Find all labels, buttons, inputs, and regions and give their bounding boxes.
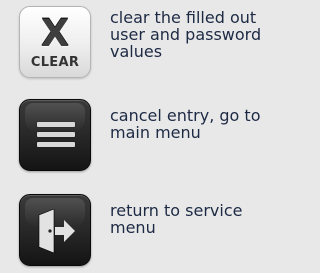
description-line: main menu bbox=[110, 123, 201, 142]
legend-row-clear: X CLEAR clear the filled out user and pa… bbox=[0, 0, 293, 88]
main-menu-button[interactable] bbox=[19, 99, 91, 171]
description-line: user and password bbox=[110, 25, 262, 44]
service-menu-description: return to service menu bbox=[110, 202, 290, 236]
clear-description: clear the filled out user and password v… bbox=[110, 9, 290, 60]
service-menu-button[interactable] bbox=[19, 194, 91, 266]
description-line: return to service bbox=[110, 201, 243, 220]
menu-lines-icon bbox=[37, 122, 75, 152]
clear-x-icon: X bbox=[40, 12, 70, 55]
description-line: menu bbox=[110, 218, 156, 237]
description-line: values bbox=[110, 42, 163, 61]
description-line: clear the filled out bbox=[110, 8, 257, 27]
clear-button-label: CLEAR bbox=[30, 55, 80, 70]
main-menu-description: cancel entry, go to main menu bbox=[110, 107, 290, 141]
legend-row-service-menu: return to service menu bbox=[0, 183, 293, 273]
legend-row-main-menu: cancel entry, go to main menu bbox=[0, 88, 293, 183]
exit-door-icon bbox=[38, 209, 75, 253]
clear-button[interactable]: X CLEAR bbox=[19, 6, 91, 78]
description-line: cancel entry, go to bbox=[110, 106, 261, 125]
